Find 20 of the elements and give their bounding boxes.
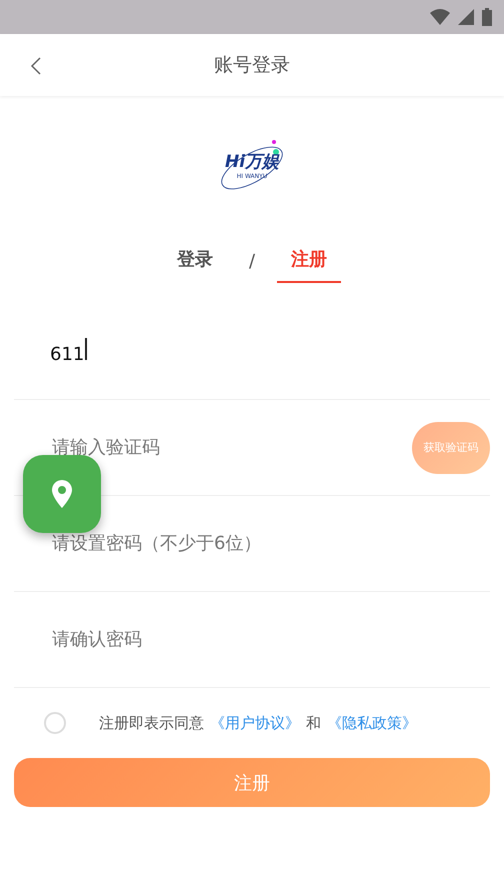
wifi-icon bbox=[430, 9, 450, 25]
location-pin-icon bbox=[52, 480, 72, 508]
privacy-policy-link[interactable]: 《隐私政策》 bbox=[327, 714, 417, 732]
location-button[interactable] bbox=[23, 455, 101, 533]
agree-radio[interactable] bbox=[44, 712, 66, 734]
user-agreement-link[interactable]: 《用户协议》 bbox=[210, 714, 300, 732]
code-field[interactable]: 请输入验证码 bbox=[50, 436, 412, 459]
agreement-text: 注册即表示同意 bbox=[99, 714, 204, 732]
battery-icon bbox=[482, 8, 492, 26]
password-field[interactable]: 请确认密码 bbox=[50, 628, 490, 651]
tab-separator: / bbox=[248, 250, 256, 272]
page-title: 账号登录 bbox=[214, 53, 290, 78]
agreement-joiner: 和 bbox=[306, 714, 321, 732]
phone-field[interactable]: 611 bbox=[50, 338, 87, 365]
register-button[interactable]: 注册 bbox=[14, 758, 490, 807]
register-tab[interactable]: 注册 bbox=[277, 239, 342, 283]
signal-icon bbox=[458, 9, 474, 25]
password-field[interactable]: 请设置密码（不少于6位） bbox=[50, 532, 490, 555]
back-icon[interactable] bbox=[30, 56, 42, 76]
login-tab[interactable]: 登录 bbox=[162, 239, 227, 283]
